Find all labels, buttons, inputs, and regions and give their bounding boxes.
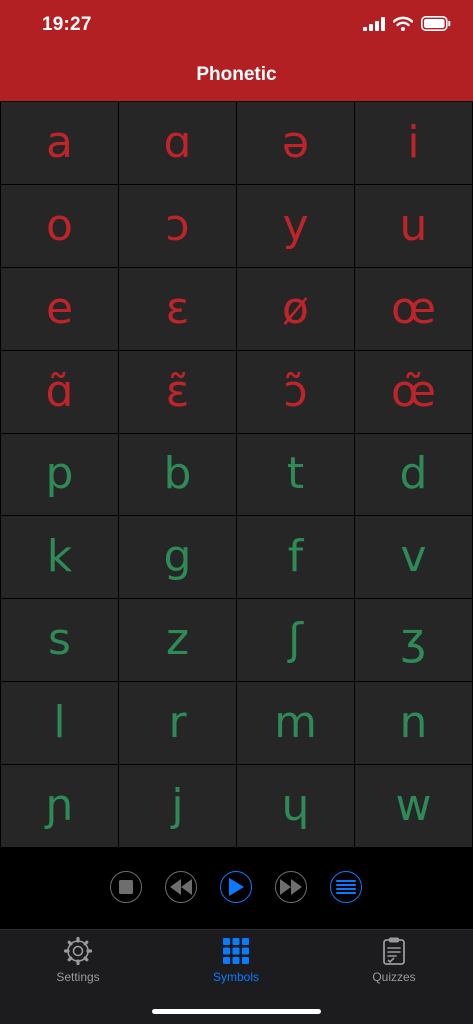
status-time: 19:27 (42, 14, 92, 35)
vowel-cell[interactable]: e (1, 267, 118, 350)
consonant-cell[interactable]: g (119, 516, 236, 599)
consonant-cell[interactable]: p (1, 433, 118, 516)
consonant-cell[interactable]: d (355, 433, 472, 516)
gear-icon (63, 936, 93, 966)
tab-settings-label: Settings (56, 970, 100, 984)
previous-button[interactable] (165, 871, 197, 903)
rewind-icon (170, 879, 192, 895)
vowel-cell[interactable]: ɑ̃ (1, 350, 118, 433)
tab-settings[interactable]: Settings (18, 936, 138, 984)
consonant-cell[interactable]: t (237, 433, 354, 516)
vowel-cell[interactable]: y (237, 184, 354, 267)
vowel-cell[interactable]: œ (355, 267, 472, 350)
consonant-cell[interactable]: ɲ (1, 765, 118, 847)
vowel-cell[interactable]: ɛ (119, 267, 236, 350)
vowel-cell[interactable]: œ̃ (355, 350, 472, 433)
tab-symbols-label: Symbols (212, 970, 259, 984)
vowel-cell[interactable]: o (1, 184, 118, 267)
stop-icon (119, 880, 133, 894)
consonant-cell[interactable]: s (1, 599, 118, 682)
consonant-cell[interactable]: j (119, 765, 236, 847)
tab-quizzes-label: Quizzes (372, 970, 416, 984)
consonant-cell[interactable]: ɥ (237, 765, 354, 847)
list-icon (336, 880, 356, 894)
consonant-cell[interactable]: b (119, 433, 236, 516)
consonant-cell[interactable]: m (237, 682, 354, 765)
battery-icon (421, 16, 451, 31)
vowel-cell[interactable]: ə (237, 102, 354, 184)
tab-quizzes[interactable]: Quizzes (334, 936, 454, 984)
consonant-cell[interactable]: ʒ (355, 599, 472, 682)
consonant-cell[interactable]: l (1, 682, 118, 765)
stop-button[interactable] (110, 871, 142, 903)
consonant-cell[interactable]: z (119, 599, 236, 682)
vowel-cell[interactable]: i (355, 102, 472, 184)
consonant-cell[interactable]: v (355, 516, 472, 599)
vowel-cell[interactable]: ɑ (119, 102, 236, 184)
vowel-cell[interactable]: a (1, 102, 118, 184)
clipboard-icon (383, 937, 405, 965)
vowel-cell[interactable]: ɛ̃ (119, 350, 236, 433)
consonant-cell[interactable]: ʃ (237, 599, 354, 682)
wifi-icon (393, 16, 413, 31)
list-button[interactable] (330, 871, 362, 903)
consonant-cell[interactable]: n (355, 682, 472, 765)
symbol-grid: a ɑ ə i o ɔ y u e ɛ ø œ ɑ̃ ɛ̃ ɔ̃ œ̃ p b t d k g f v s z ʃ ʒ l r m n ɲ j ɥ w (0, 101, 473, 847)
header: 19:27 Phonetic (0, 0, 473, 101)
signal-icon (363, 16, 385, 31)
playback-controls (0, 847, 473, 929)
tab-symbols[interactable]: Symbols (176, 936, 296, 984)
play-icon (229, 878, 244, 896)
consonant-cell[interactable]: r (119, 682, 236, 765)
next-button[interactable] (275, 871, 307, 903)
vowel-cell[interactable]: ɔ̃ (237, 350, 354, 433)
status-icons (363, 16, 451, 31)
home-indicator[interactable] (152, 1009, 321, 1014)
consonant-cell[interactable]: k (1, 516, 118, 599)
page-title: Phonetic (196, 64, 277, 85)
vowel-cell[interactable]: ø (237, 267, 354, 350)
vowel-cell[interactable]: ɔ (119, 184, 236, 267)
vowel-cell[interactable]: u (355, 184, 472, 267)
consonant-cell[interactable]: f (237, 516, 354, 599)
play-button[interactable] (220, 871, 252, 903)
grid-icon (223, 938, 249, 964)
fast-forward-icon (280, 879, 302, 895)
consonant-cell[interactable]: w (355, 765, 472, 847)
